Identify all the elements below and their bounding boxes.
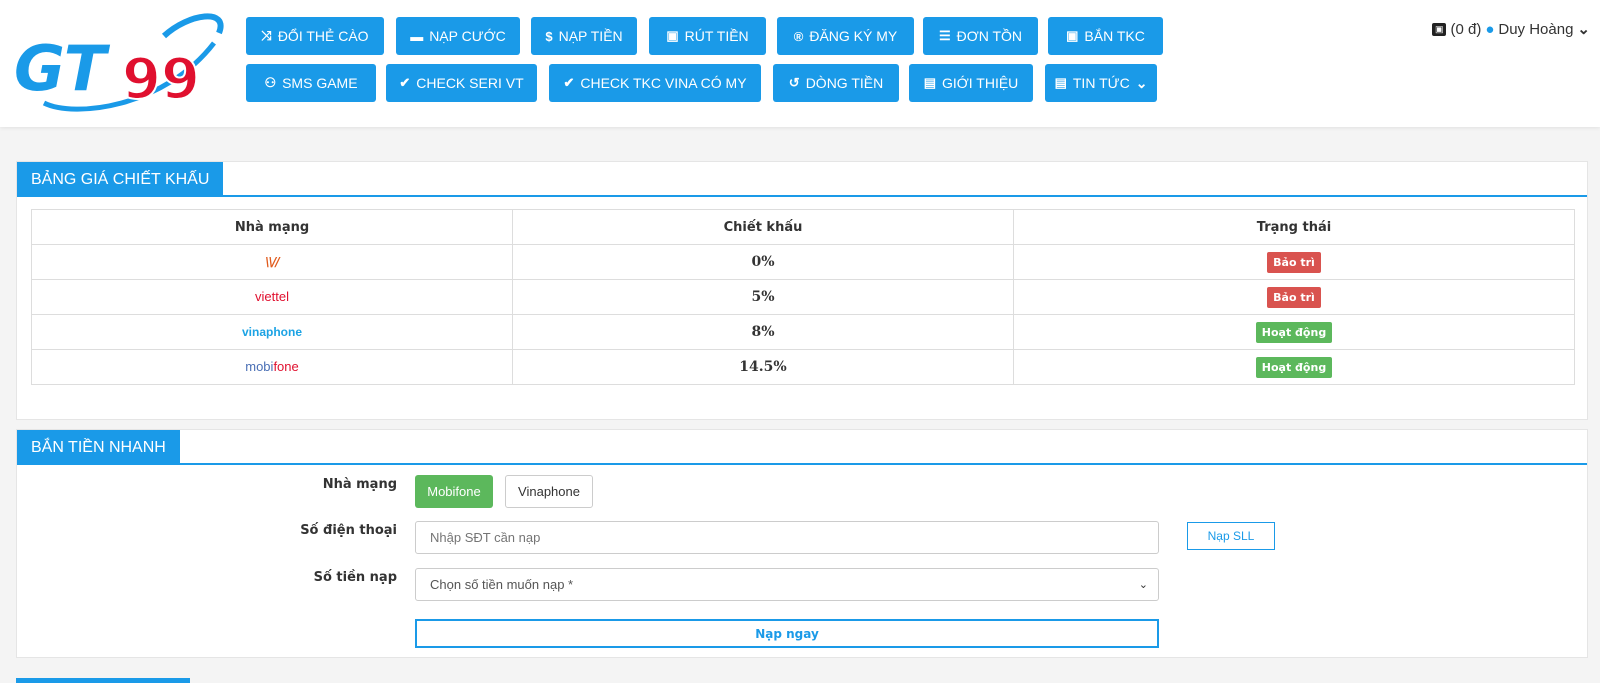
network-label: Nhà mạng bbox=[322, 477, 397, 492]
list-icon: ☰ bbox=[938, 28, 951, 43]
shuffle-icon: ⤨ bbox=[261, 28, 272, 43]
nav-button-giới-thiệu[interactable]: ▤ GIỚI THIỆU bbox=[909, 64, 1033, 102]
nav-button-rút-tiền[interactable]: ▣ RÚT TIỀN bbox=[649, 17, 766, 55]
nav-button-check-tkc-vina-có-my[interactable]: ✔ CHECK TKC VINA CÓ MY bbox=[549, 64, 761, 102]
table-row: \\// 0% Bảo trì bbox=[31, 244, 1575, 280]
discount-cell: 14.5% bbox=[512, 349, 1014, 385]
nav-button-dòng-tiền[interactable]: ↺ DÒNG TIỀN bbox=[773, 64, 899, 102]
status-badge: Hoạt động bbox=[1255, 356, 1333, 378]
discount-cell: 5% bbox=[512, 279, 1014, 315]
nav-button-nạp-cước[interactable]: ▬ NẠP CƯỚC bbox=[396, 17, 520, 55]
nav-button-đổi-thẻ-cào[interactable]: ⤨ ĐỔI THẺ CÀO bbox=[246, 17, 384, 55]
discount-table: Nhà mạng Chiết khấu Trạng thái \\// 0% B… bbox=[31, 209, 1575, 385]
history-icon: ↺ bbox=[788, 75, 800, 90]
nav-button-đăng-ký-my[interactable]: ® ĐĂNG KÝ MY bbox=[777, 17, 914, 55]
gt99-logo[interactable]: GT 99 bbox=[14, 8, 226, 116]
amount-selected-value: Chọn số tiền muốn nạp * bbox=[430, 577, 574, 592]
money-bill-icon: ▣ bbox=[1066, 28, 1079, 43]
nav-button-label: GIỚI THIỆU bbox=[941, 75, 1019, 91]
nav-button-label: RÚT TIỀN bbox=[684, 28, 749, 44]
phone-field-wrapper bbox=[415, 521, 1159, 554]
panel-title: BẮN TIỀN NHANH bbox=[17, 430, 180, 465]
logo-text-gt: GT bbox=[14, 32, 111, 105]
chevron-down-icon: ⌄ bbox=[1577, 21, 1590, 38]
credit-card-icon: ▬ bbox=[410, 28, 424, 44]
gamepad-icon: ⚇ bbox=[264, 75, 277, 90]
status-cell: Hoạt động bbox=[1013, 349, 1575, 385]
quick-topup-panel: BẮN TIỀN NHANH Nhà mạng Mobifone Vinapho… bbox=[16, 429, 1588, 658]
carrier-cell: mobifone bbox=[31, 349, 513, 385]
table-row: vinaphone 8% Hoạt động bbox=[31, 314, 1575, 350]
status-badge: Bảo trì bbox=[1267, 286, 1321, 308]
account-menu[interactable]: ▣ (0 đ) ● Duy Hoàng ⌄ bbox=[1431, 20, 1590, 38]
status-cell: Bảo trì bbox=[1013, 279, 1575, 315]
viettel-logo: viettel bbox=[255, 289, 289, 304]
submit-topup-button[interactable]: Nạp ngay bbox=[415, 619, 1159, 648]
check-icon: ✔ bbox=[399, 75, 411, 90]
network-option-mobifone[interactable]: Mobifone bbox=[415, 475, 493, 508]
table-header-row: Nhà mạng Chiết khấu Trạng thái bbox=[31, 209, 1575, 245]
nav-button-label: NẠP CƯỚC bbox=[429, 28, 506, 44]
bulk-topup-button[interactable]: Nạp SLL bbox=[1187, 522, 1275, 550]
nav-button-label: DÒNG TIỀN bbox=[805, 75, 884, 91]
mobifone-logo: mobifone bbox=[245, 359, 299, 374]
money-bill-icon: ▣ bbox=[1431, 22, 1447, 36]
table-row: mobifone 14.5% Hoạt động bbox=[31, 349, 1575, 385]
panel-divider bbox=[17, 195, 1587, 197]
nav-button-bắn-tkc[interactable]: ▣ BẮN TKC bbox=[1048, 17, 1163, 55]
dollar-icon: $ bbox=[545, 28, 553, 44]
column-header: Nhà mạng bbox=[31, 209, 513, 245]
column-header: Chiết khấu bbox=[512, 209, 1014, 245]
discount-panel: BẢNG GIÁ CHIẾT KHẤU Nhà mạng Chiết khấu … bbox=[16, 161, 1588, 420]
nav-button-label: SMS GAME bbox=[282, 75, 358, 91]
status-cell: Bảo trì bbox=[1013, 244, 1575, 280]
nav-button-label: ĐƠN TỒN bbox=[956, 28, 1023, 44]
carrier-cell: vinaphone bbox=[31, 314, 513, 350]
check-icon: ✔ bbox=[563, 75, 575, 90]
vinaphone-logo: vinaphone bbox=[241, 324, 302, 339]
nav-button-label: ĐỔI THẺ CÀO bbox=[277, 28, 369, 44]
status-badge: Hoạt động bbox=[1255, 321, 1333, 343]
user-icon: ● bbox=[1485, 20, 1495, 38]
account-balance: (0 đ) bbox=[1450, 20, 1482, 38]
chevron-down-icon: ⌄ bbox=[1138, 579, 1148, 591]
nav-button-tin-tức[interactable]: ▤ TIN TỨC ⌄ bbox=[1045, 64, 1157, 102]
nav-button-đơn-tồn[interactable]: ☰ ĐƠN TỒN bbox=[923, 17, 1038, 55]
phone-label: Số điện thoại bbox=[300, 523, 397, 538]
network-option-vinaphone[interactable]: Vinaphone bbox=[505, 475, 593, 508]
nav-button-nạp-tiền[interactable]: $ NẠP TIỀN bbox=[531, 17, 637, 55]
chevron-down-icon: ⌄ bbox=[1135, 74, 1148, 91]
site-header: GT 99 ⤨ ĐỔI THẺ CÀO ▬ NẠP CƯỚC $ NẠP TIỀN ▣ RÚT… bbox=[0, 0, 1600, 127]
carrier-cell: viettel bbox=[31, 279, 513, 315]
newspaper-icon: ▤ bbox=[1054, 75, 1067, 90]
amount-select[interactable]: Chọn số tiền muốn nạp * ⌄ bbox=[415, 568, 1159, 601]
nav-button-label: NẠP TIỀN bbox=[558, 28, 623, 44]
nav-button-label: TIN TỨC bbox=[1072, 75, 1130, 91]
vietnamobile-logo: \\// bbox=[265, 254, 279, 269]
account-username: Duy Hoàng bbox=[1498, 20, 1574, 38]
nav-button-label: BẮN TKC bbox=[1084, 28, 1145, 44]
panel-title: BẢNG GIÁ CHIẾT KHẤU bbox=[17, 162, 224, 197]
money-bill-icon: ▣ bbox=[666, 28, 679, 43]
amount-label: Số tiền nạp bbox=[313, 570, 397, 585]
nav-button-check-seri-vt[interactable]: ✔ CHECK SERI VT bbox=[386, 64, 537, 102]
phone-input[interactable] bbox=[430, 530, 1144, 545]
nav-button-label: CHECK SERI VT bbox=[416, 75, 524, 91]
logo-text-99: 99 bbox=[122, 47, 200, 112]
nav-button-label: CHECK TKC VINA CÓ MY bbox=[580, 75, 747, 91]
status-badge: Bảo trì bbox=[1267, 251, 1321, 273]
discount-cell: 8% bbox=[512, 314, 1014, 350]
status-cell: Hoạt động bbox=[1013, 314, 1575, 350]
carrier-cell: \\// bbox=[31, 244, 513, 280]
next-panel-tab bbox=[16, 678, 190, 683]
nav-button-sms-game[interactable]: ⚇ SMS GAME bbox=[246, 64, 376, 102]
newspaper-icon: ▤ bbox=[923, 75, 936, 90]
registered-icon: ® bbox=[793, 28, 804, 44]
column-header: Trạng thái bbox=[1013, 209, 1575, 245]
nav-button-label: ĐĂNG KÝ MY bbox=[809, 28, 898, 44]
table-row: viettel 5% Bảo trì bbox=[31, 279, 1575, 315]
panel-divider bbox=[17, 463, 1587, 465]
discount-cell: 0% bbox=[512, 244, 1014, 280]
